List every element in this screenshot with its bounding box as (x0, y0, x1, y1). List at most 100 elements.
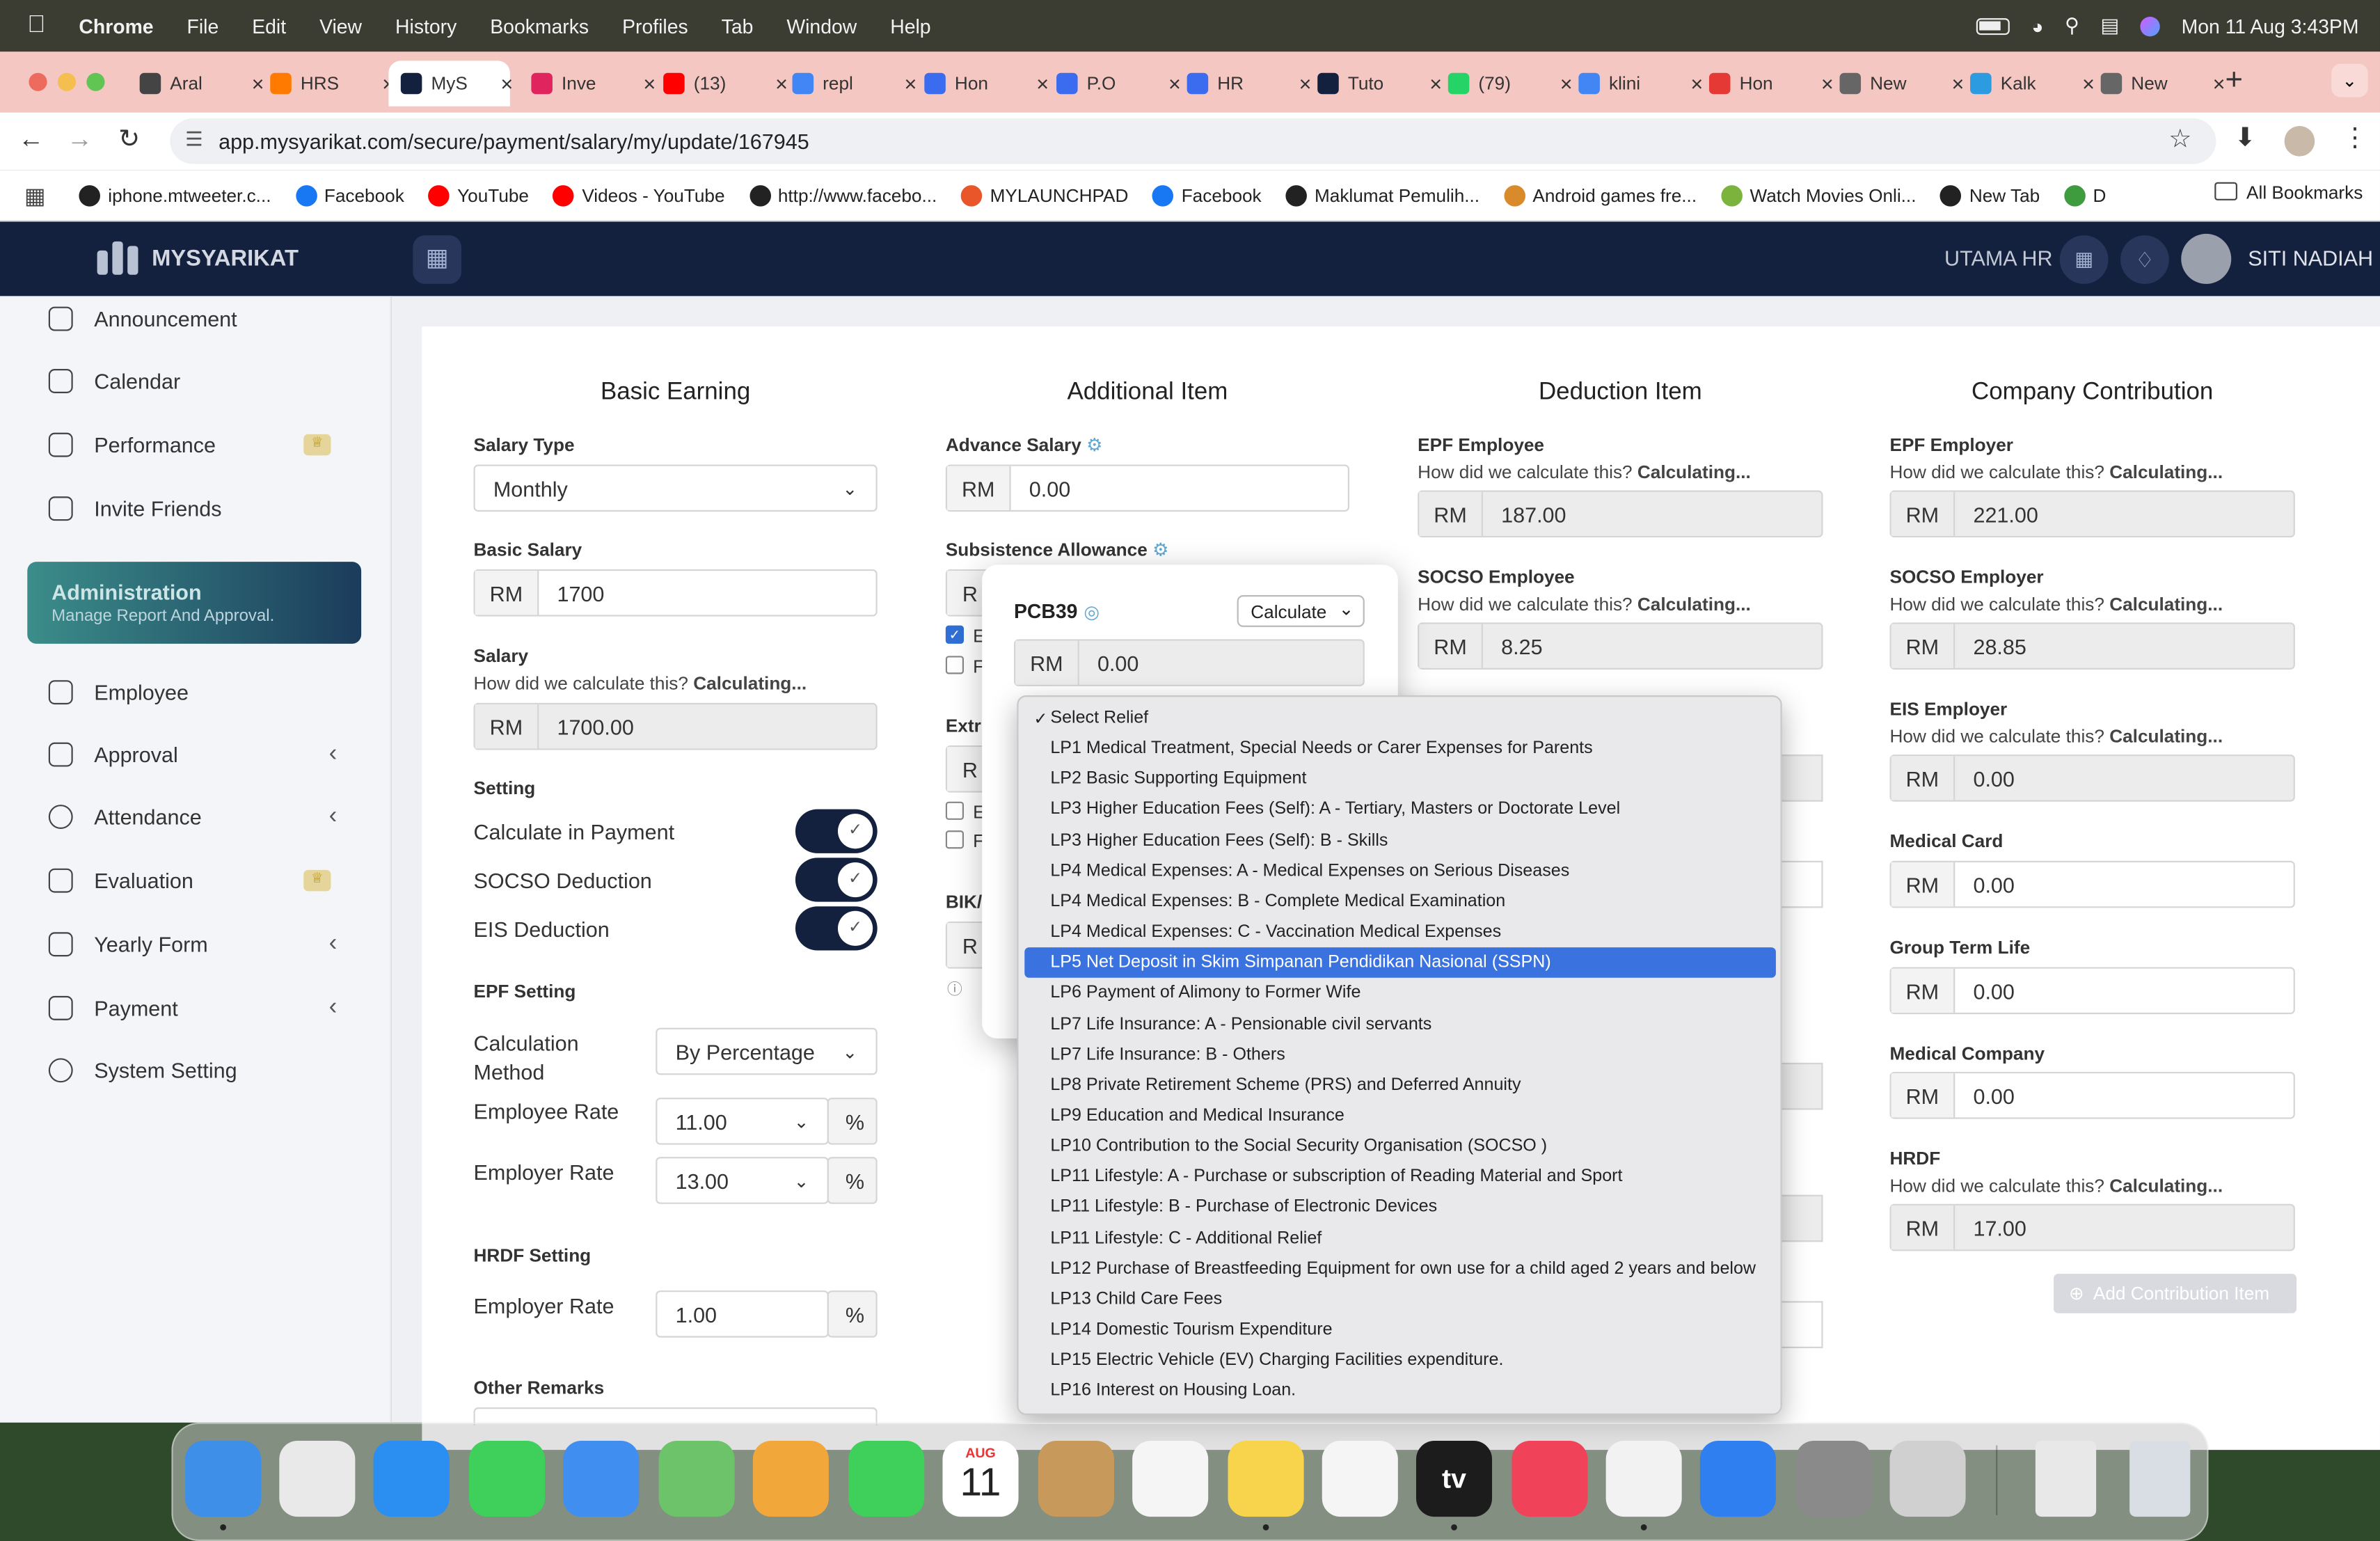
menu-window[interactable]: Window (786, 15, 857, 38)
browser-tab[interactable]: MyS × (388, 61, 513, 106)
relief-option[interactable]: LP11 Lifestyle: C - Additional Relief (1024, 1223, 1776, 1254)
relief-option[interactable]: LP9 Education and Medical Insurance (1024, 1100, 1776, 1131)
browser-tab[interactable]: New × (2100, 61, 2226, 106)
bookmark-item[interactable]: Facebook (1152, 184, 1262, 206)
calculation-method-select[interactable]: By Percentage ⌄ (656, 1027, 878, 1075)
browser-tab[interactable]: Kalk × (1970, 61, 2095, 106)
bookmark-item[interactable]: Facebook (295, 184, 404, 206)
bookmark-item[interactable]: Android games fre... (1503, 184, 1697, 206)
basic-salary-value[interactable]: 1700 (539, 571, 604, 615)
tab-close-icon[interactable]: × (643, 72, 656, 96)
download-icon[interactable]: ⬇ (2235, 123, 2256, 154)
spotlight-search-icon[interactable]: ⚲ (2065, 14, 2079, 38)
hrdf-rate-input[interactable]: 1.00 (656, 1290, 829, 1338)
bookmark-item[interactable]: MYLAUNCHPAD (961, 184, 1128, 206)
sidebar-item-employee[interactable]: Employee (48, 674, 352, 710)
downloads-stack-icon[interactable] (2035, 1441, 2097, 1517)
tab-close-icon[interactable]: × (1299, 72, 1312, 96)
bookmark-item[interactable]: Watch Movies Onli... (1721, 184, 1916, 206)
tab-close-icon[interactable]: × (1821, 72, 1834, 96)
user-avatar[interactable] (2181, 233, 2232, 284)
menu-history[interactable]: History (395, 15, 457, 38)
browser-tab[interactable]: Inve × (531, 61, 656, 106)
menubar-clock[interactable]: Mon 11 Aug 3:43PM (2182, 15, 2359, 38)
employee-rate-select[interactable]: 11.00 ⌄ (656, 1098, 829, 1145)
tab-close-icon[interactable]: × (1036, 72, 1049, 96)
medical-card-input[interactable]: RM 0.00 (1889, 860, 2295, 908)
address-bar[interactable]: ☰ app.mysyarikat.com/secure/payment/sala… (170, 118, 2216, 164)
module-grid-button[interactable]: ▦ (413, 235, 462, 284)
checkbox[interactable] (945, 656, 965, 674)
relief-option[interactable]: ✓ Select Relief (1024, 703, 1776, 734)
apple-icon[interactable]:  (27, 12, 45, 39)
browser-tab[interactable]: Hon × (924, 61, 1049, 106)
sidebar-item-performance[interactable]: Performance ♕ (48, 427, 352, 463)
sidebar-item-approval[interactable]: Approval ‹ (48, 736, 352, 773)
iphone-mirroring-icon[interactable] (1889, 1441, 1966, 1517)
tab-close-icon[interactable]: × (252, 72, 264, 96)
new-tab-button[interactable]: + (2226, 64, 2243, 99)
pcb39-amount-value[interactable]: 0.00 (1079, 641, 1139, 685)
calendar-icon[interactable]: AUG 11 (942, 1441, 1019, 1517)
sidebar-item-attendance[interactable]: Attendance ‹ (48, 798, 352, 835)
relief-option[interactable]: LP5 Net Deposit in Skim Simpanan Pendidi… (1024, 947, 1776, 979)
photos-icon[interactable] (752, 1441, 829, 1517)
employer-rate-select[interactable]: 13.00 ⌄ (656, 1157, 829, 1204)
trash-icon[interactable] (2129, 1441, 2191, 1517)
relief-option[interactable]: LP6 Payment of Alimony to Former Wife (1024, 978, 1776, 1009)
menu-edit[interactable]: Edit (252, 15, 286, 38)
browser-tab[interactable]: Hon × (1708, 61, 1834, 106)
tab-close-icon[interactable]: × (1690, 72, 1703, 96)
tab-close-icon[interactable]: × (1429, 72, 1442, 96)
company-name[interactable]: UTAMA HR (1944, 246, 2053, 270)
browser-tab[interactable]: HRS× (270, 61, 395, 106)
user-name[interactable]: SITI NADIAH (2248, 246, 2373, 270)
medical-company-value[interactable]: 0.00 (1955, 1073, 2014, 1117)
menu-profiles[interactable]: Profiles (622, 15, 688, 38)
socso-employer-hint[interactable]: How did we calculate this? Calculating..… (1889, 594, 2223, 615)
url-text[interactable]: app.mysyarikat.com/secure/payment/salary… (219, 129, 809, 153)
tab-close-icon[interactable]: × (500, 72, 513, 96)
chrome-menu-icon[interactable]: ⋮ (2342, 123, 2367, 154)
gear-icon[interactable]: ⚙ (1086, 434, 1102, 456)
relief-option[interactable]: LP11 Lifestyle: A - Purchase or subscrip… (1024, 1162, 1776, 1192)
freeform-icon[interactable] (1322, 1441, 1398, 1517)
basic-salary-input[interactable]: RM 1700 (473, 569, 878, 617)
tab-close-icon[interactable]: × (775, 72, 788, 96)
company-switch-button[interactable]: ▦ (2059, 235, 2109, 284)
notification-bell-icon[interactable]: ♢ (2120, 235, 2169, 284)
tab-close-icon[interactable]: × (1952, 72, 1965, 96)
relief-option[interactable]: LP7 Life Insurance: A - Pensionable civi… (1024, 1009, 1776, 1039)
group-term-life-value[interactable]: 0.00 (1955, 969, 2014, 1013)
salary-type-select[interactable]: Monthly ⌄ (473, 464, 878, 512)
hrdf-hint[interactable]: How did we calculate this? Calculating..… (1889, 1175, 2223, 1196)
medical-card-value[interactable]: 0.00 (1955, 862, 2014, 906)
relief-option[interactable]: LP1 Medical Treatment, Special Needs or … (1024, 734, 1776, 764)
chrome-icon[interactable] (1605, 1441, 1682, 1517)
relief-option[interactable]: LP16 Interest on Housing Loan. (1024, 1376, 1776, 1407)
calculate-select[interactable]: Calculate ⌄ (1237, 595, 1365, 627)
close-window-button[interactable] (29, 72, 47, 91)
relief-option[interactable]: LP8 Private Retirement Scheme (PRS) and … (1024, 1070, 1776, 1100)
finder-icon[interactable] (185, 1441, 262, 1517)
sidebar-item-payment[interactable]: Payment ‹ (48, 990, 352, 1026)
relief-option[interactable]: LP13 Child Care Fees (1024, 1284, 1776, 1315)
sidebar-item-calendar[interactable]: Calendar (48, 363, 352, 399)
relief-option[interactable]: LP3 Higher Education Fees (Self): B - Sk… (1024, 825, 1776, 856)
relief-option[interactable]: LP12 Purchase of Breastfeeding Equipment… (1024, 1254, 1776, 1284)
menu-app-name[interactable]: Chrome (79, 15, 153, 38)
browser-tab[interactable]: (13) × (663, 61, 788, 106)
checkbox[interactable] (945, 801, 965, 820)
sidebar-item-evaluation[interactable]: Evaluation ♕ (48, 862, 352, 899)
relief-option[interactable]: LP4 Medical Expenses: A - Medical Expens… (1024, 856, 1776, 887)
relief-option[interactable]: LP4 Medical Expenses: B - Complete Medic… (1024, 887, 1776, 917)
browser-tab[interactable]: Aral × (139, 61, 264, 106)
profile-avatar-icon[interactable] (2284, 126, 2315, 157)
facetime-icon[interactable] (848, 1441, 925, 1517)
minimize-window-button[interactable] (57, 72, 77, 91)
bookmark-item[interactable]: Maklumat Pemulih... (1285, 184, 1479, 206)
relief-option[interactable]: LP14 Domestic Tourism Expenditure (1024, 1315, 1776, 1345)
bookmark-item[interactable]: YouTube (428, 184, 529, 206)
reload-icon[interactable]: ↻ (118, 125, 140, 155)
epf-employer-hint[interactable]: How did we calculate this? Calculating..… (1889, 461, 2223, 483)
